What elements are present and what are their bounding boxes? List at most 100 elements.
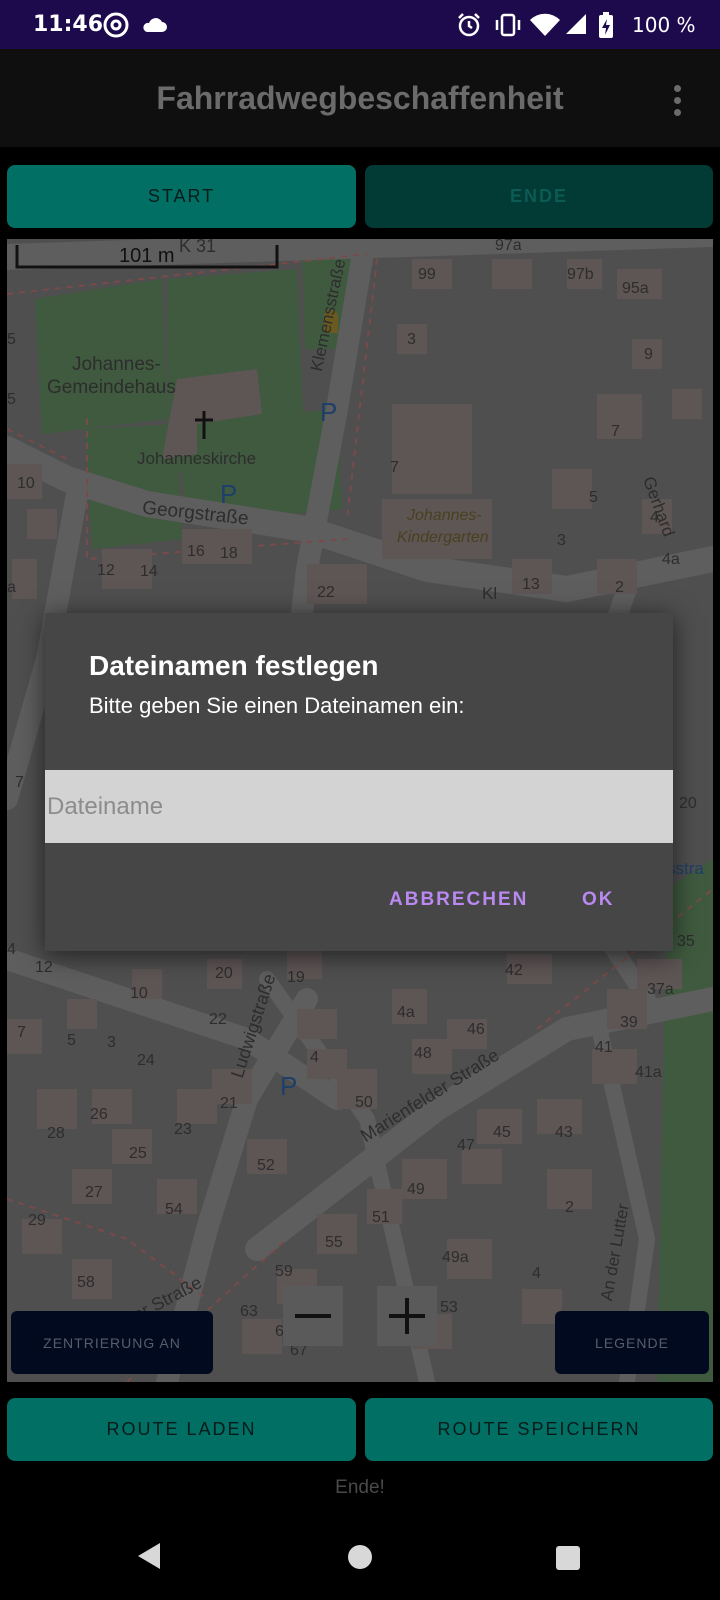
battery-percent: 100 % [632, 13, 696, 37]
battery-charging-icon [599, 12, 613, 38]
map-label: 3 [407, 331, 416, 348]
map-label: 45 [493, 1124, 511, 1141]
map-label: 42 [505, 962, 523, 979]
map-label: 37a [647, 981, 674, 998]
map-label: 19 [287, 969, 305, 986]
map-label: 24 [137, 1052, 155, 1069]
page-title: Fahrradwegbeschaffenheit [156, 80, 564, 116]
map-label: 10 [17, 475, 35, 492]
dialog-title: Dateinamen festlegen [89, 650, 379, 681]
map-label: 97a [495, 239, 522, 254]
parking-icon-1: P [320, 397, 338, 427]
legend-button[interactable]: LEGENDE [555, 1311, 709, 1374]
map-label: 9 [644, 346, 653, 363]
map-label: 22 [317, 584, 335, 601]
vibrate-icon [495, 13, 521, 37]
map-label: 7 [390, 459, 399, 476]
map-label: Johannes- [407, 507, 482, 524]
zoom-out-button[interactable] [283, 1286, 343, 1346]
map-label: 63 [240, 1303, 258, 1320]
map-label: 5 [67, 1032, 76, 1049]
back-icon[interactable] [136, 1541, 162, 1571]
at-icon [103, 12, 129, 38]
status-text: Ende! [335, 1477, 385, 1498]
map-label: 2 [565, 1199, 574, 1216]
map-label: 54 [165, 1201, 183, 1218]
alarm-icon [458, 13, 480, 37]
map-label: 49 [407, 1181, 425, 1198]
map-label: 7 [611, 423, 620, 440]
map-label: 12 [97, 562, 115, 579]
end-button[interactable]: ENDE [365, 165, 713, 228]
map-label: 41 [595, 1039, 613, 1056]
recents-icon[interactable] [555, 1545, 581, 1571]
more-vertical-icon[interactable] [672, 85, 684, 117]
map-label: 25 [129, 1145, 147, 1162]
map-label: Kindergarten [397, 529, 489, 546]
map-label: 35 [677, 933, 695, 950]
load-route-button[interactable]: ROUTE LADEN [7, 1398, 356, 1461]
map-label: 39 [620, 1014, 638, 1031]
map-label: 53 [440, 1299, 458, 1316]
map-label: 3 [557, 532, 566, 549]
map-label: 46 [467, 1021, 485, 1038]
map-label: 7 [17, 1024, 26, 1041]
home-icon[interactable] [347, 1544, 373, 1570]
wifi-icon [530, 13, 560, 37]
map-label: 4a [662, 551, 680, 568]
save-route-button[interactable]: ROUTE SPEICHERN [365, 1398, 713, 1461]
zoom-in-button[interactable] [377, 1286, 437, 1346]
map-label: 41a [635, 1064, 662, 1081]
map-label: 3 [107, 1034, 116, 1051]
map-label: Johannes- [72, 354, 161, 375]
map-label: 52 [257, 1157, 275, 1174]
map-label: 12 [35, 959, 53, 976]
map-label: 59 [275, 1263, 293, 1280]
map-label: a [7, 579, 16, 596]
map-label: 27 [85, 1184, 103, 1201]
scale-label: 101 m [119, 245, 175, 267]
map-label: 21 [220, 1095, 238, 1112]
map-label: 4 [532, 1265, 541, 1282]
map-label: 99 [418, 266, 436, 283]
map-label: 4a [397, 1004, 415, 1021]
map-label: 5 [589, 489, 598, 506]
filename-input[interactable] [45, 770, 673, 843]
ok-button[interactable]: OK [582, 889, 615, 911]
parking-icon-3: P [280, 1071, 298, 1101]
map-label: 48 [414, 1045, 432, 1062]
status-bar: 11:46 100 % [0, 0, 720, 49]
centering-toggle-button[interactable]: ZENTRIERUNG AN [11, 1311, 213, 1374]
minus-icon [295, 1314, 331, 1318]
map-label: Gemeindehaus [47, 377, 176, 398]
map-label: 4 [650, 509, 659, 526]
map-label: 23 [174, 1121, 192, 1138]
map-label: 2 [615, 579, 624, 596]
map-label: 5 [7, 331, 16, 348]
map-label: Kl [482, 584, 498, 603]
map-label: 55 [325, 1234, 343, 1251]
cancel-button[interactable]: ABBRECHEN [389, 889, 528, 911]
map-label: 51 [372, 1209, 390, 1226]
dialog-message: Bitte geben Sie einen Dateinamen ein: [89, 693, 465, 718]
map-label: 7 [15, 774, 24, 791]
map-label: 47 [457, 1137, 475, 1154]
map-label: 58 [77, 1274, 95, 1291]
church-icon [195, 411, 213, 439]
map-label: 43 [555, 1124, 573, 1141]
map-label: 16 [187, 543, 205, 560]
start-button[interactable]: START [7, 165, 356, 228]
map-label: 10 [130, 985, 148, 1002]
map-label: 4 [310, 1049, 319, 1066]
map-label: 49a [442, 1249, 469, 1266]
map-label: K 31 [179, 239, 217, 256]
map-label: 29 [28, 1212, 46, 1229]
map-label: 13 [522, 576, 540, 593]
status-time: 11:46 [33, 12, 104, 37]
map-label: 22 [209, 1011, 227, 1028]
map-label: 97b [567, 266, 594, 283]
map-label: 26 [90, 1106, 108, 1123]
cloud-icon [143, 18, 167, 32]
map-label: 50 [355, 1094, 373, 1111]
map-label: 4 [7, 941, 16, 958]
